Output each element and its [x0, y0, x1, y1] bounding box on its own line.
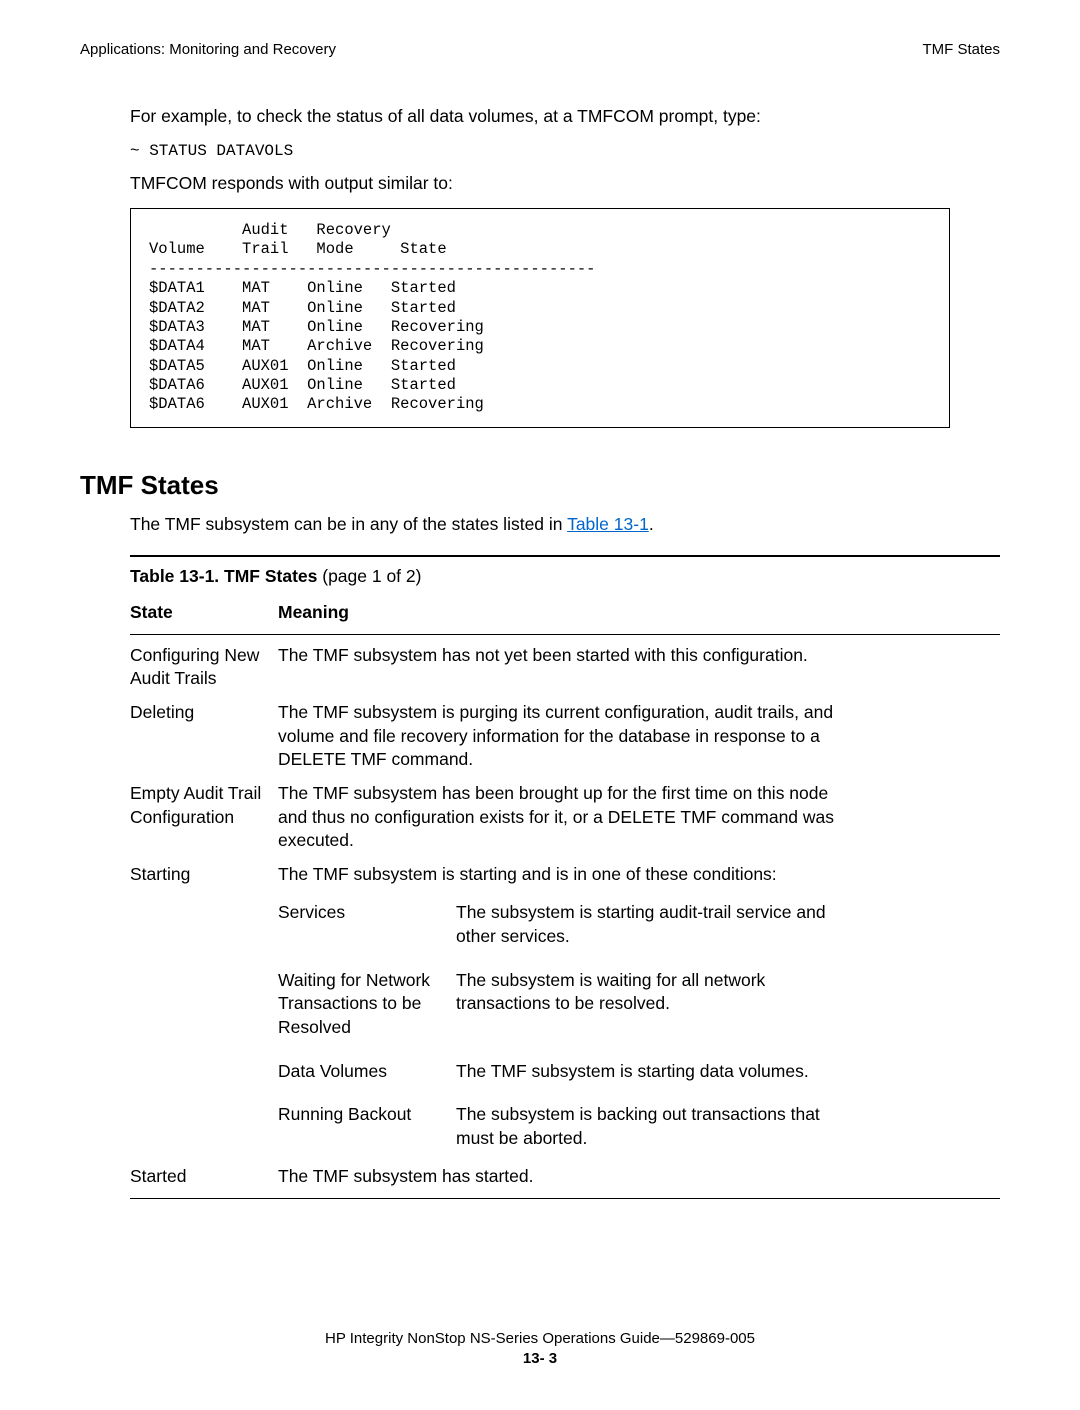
subrow-label: Services: [278, 896, 456, 953]
footer-page-number: 13- 3: [80, 1349, 1000, 1369]
col-header-state: State: [130, 596, 278, 630]
table-bottom-rule: [130, 1198, 1000, 1199]
section-para-before: The TMF subsystem can be in any of the s…: [130, 514, 567, 534]
cell-meaning: The TMF subsystem is purging its current…: [278, 696, 866, 777]
table-title-rest: (page 1 of 2): [317, 566, 421, 586]
subrow-text: The subsystem is starting audit-trail se…: [456, 896, 858, 953]
cell-state: Starting: [130, 858, 278, 892]
section-heading: TMF States: [80, 468, 1000, 503]
subrow-label: Running Backout: [278, 1098, 456, 1155]
table-link[interactable]: Table 13-1: [567, 514, 649, 534]
table-row: Empty Audit Trail Configuration The TMF …: [130, 777, 866, 858]
cell-meaning: The TMF subsystem has not yet been start…: [278, 639, 866, 696]
table-title: Table 13-1. TMF States (page 1 of 2): [130, 565, 1000, 589]
command-line: ~ STATUS DATAVOLS: [130, 141, 1000, 163]
states-table-body: Configuring New Audit Trails The TMF sub…: [130, 639, 866, 1194]
table-row: Configuring New Audit Trails The TMF sub…: [130, 639, 866, 696]
cell-meaning-intro: The TMF subsystem is starting and is in …: [278, 858, 866, 892]
section-paragraph: The TMF subsystem can be in any of the s…: [130, 513, 1000, 537]
cell-state: Started: [130, 1160, 278, 1194]
table-row: Deleting The TMF subsystem is purging it…: [130, 696, 866, 777]
table-title-bold: Table 13-1. TMF States: [130, 566, 317, 586]
states-table: State Meaning: [130, 596, 866, 630]
cell-meaning: The TMF subsystem has been brought up fo…: [278, 777, 866, 858]
table-subrow: Running Backout The subsystem is backing…: [130, 1093, 866, 1160]
cell-state: Deleting: [130, 696, 278, 777]
table-header-rule: [130, 634, 1000, 635]
terminal-output-box: Audit Recovery Volume Trail Mode State -…: [130, 208, 950, 428]
cell-state: Configuring New Audit Trails: [130, 639, 278, 696]
table-header-row: State Meaning: [130, 596, 866, 630]
section-para-after: .: [649, 514, 654, 534]
table-subrow: Data Volumes The TMF subsystem is starti…: [130, 1050, 866, 1094]
table-row: Starting The TMF subsystem is starting a…: [130, 858, 866, 892]
page-footer: HP Integrity NonStop NS-Series Operation…: [80, 1329, 1000, 1370]
intro-paragraph-2: TMFCOM responds with output similar to:: [130, 172, 1000, 196]
page-header: Applications: Monitoring and Recovery TM…: [80, 40, 1000, 60]
cell-state: Empty Audit Trail Configuration: [130, 777, 278, 858]
intro-paragraph-1: For example, to check the status of all …: [130, 105, 1000, 129]
subrow-text: The TMF subsystem is starting data volum…: [456, 1055, 817, 1089]
subrow-label: Waiting for Network Transactions to be R…: [278, 964, 456, 1045]
subrow-label: Data Volumes: [278, 1055, 456, 1089]
col-header-meaning: Meaning: [278, 596, 866, 630]
subrow-text: The subsystem is backing out transaction…: [456, 1098, 858, 1155]
subrow-text: The subsystem is waiting for all network…: [456, 964, 858, 1045]
footer-line1: HP Integrity NonStop NS-Series Operation…: [80, 1329, 1000, 1349]
table-subrow: Services The subsystem is starting audit…: [130, 891, 866, 958]
header-right: TMF States: [922, 40, 1000, 60]
table-top-rule: [130, 555, 1000, 557]
table-subrow: Waiting for Network Transactions to be R…: [130, 959, 866, 1050]
table-row: Started The TMF subsystem has started.: [130, 1160, 866, 1194]
cell-meaning: The TMF subsystem has started.: [278, 1160, 866, 1194]
header-left: Applications: Monitoring and Recovery: [80, 40, 336, 60]
